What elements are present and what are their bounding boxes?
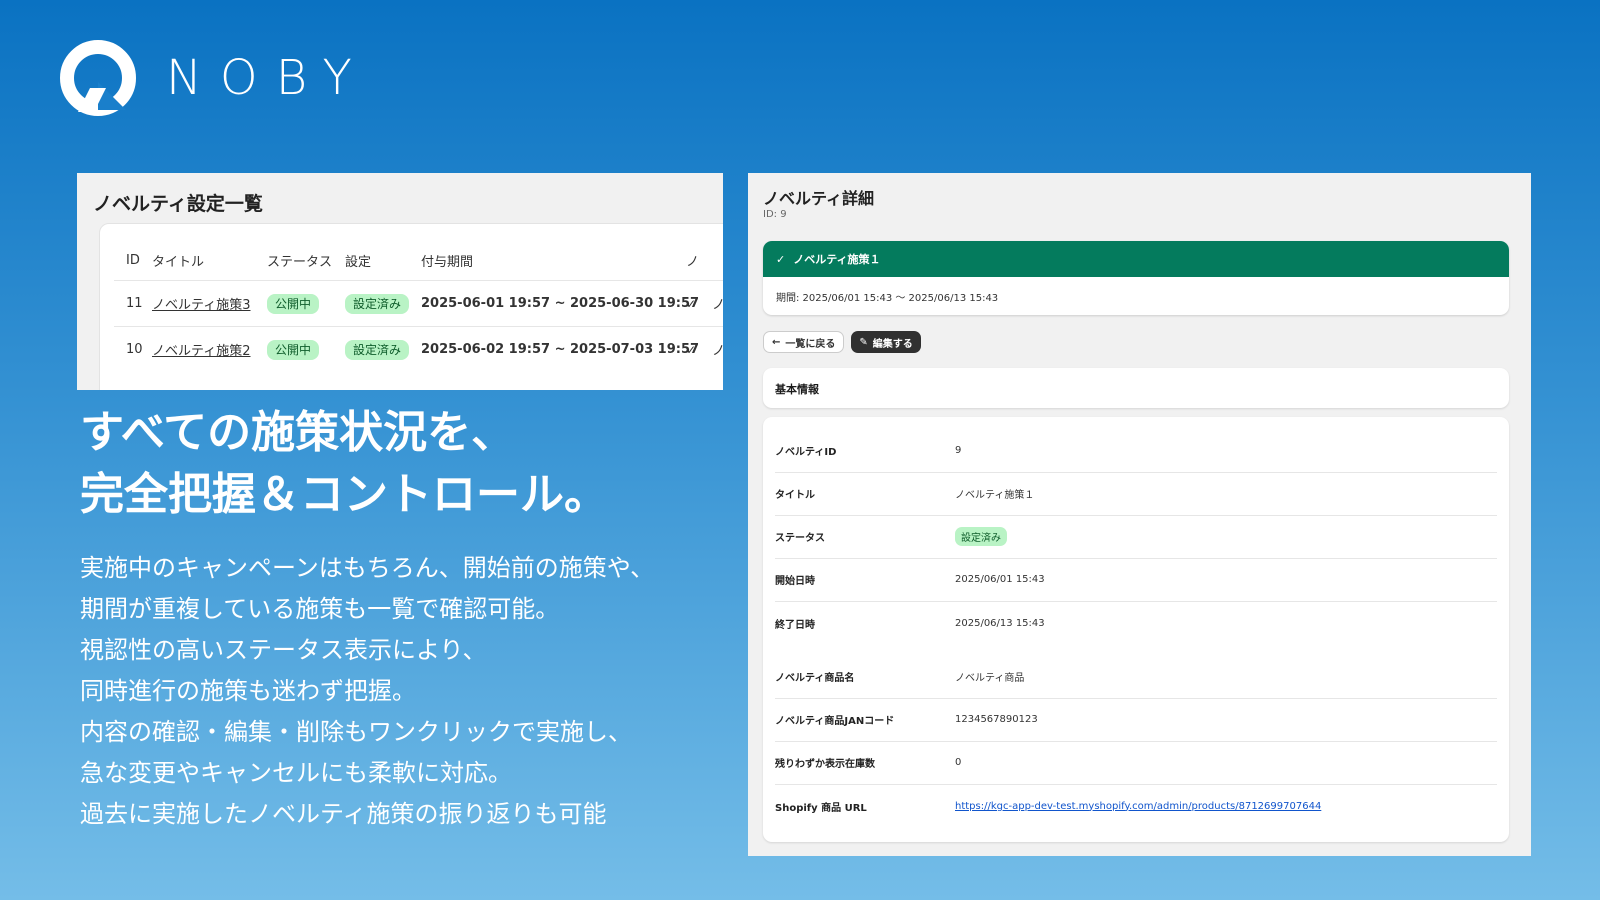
header-period: 付与期間: [421, 254, 474, 270]
description-line: 内容の確認・編集・削除もワンクリックで実施し、: [80, 718, 632, 746]
field-row: タイトル ノベルティ施策１: [775, 472, 1497, 516]
field-row: ノベルティID 9: [775, 429, 1497, 473]
noby-logo-icon: [60, 40, 136, 116]
field-row: 残りわずか表示在庫数 0: [775, 741, 1497, 785]
field-label: タイトル: [775, 490, 815, 501]
description: 実施中のキャンペーンはもちろん、開始前の施策や、 期間が重複している施策も一覧で…: [80, 548, 654, 835]
banner-title: ノベルティ施策１: [793, 253, 881, 266]
table-header: ID タイトル ステータス 設定 付与期間 ノ: [114, 240, 723, 280]
field-value: ノベルティ施策１: [955, 490, 1035, 501]
back-button-label: 一覧に戻る: [785, 338, 836, 350]
field-value: 1234567890123: [955, 714, 1038, 725]
edit-button-label: 編集する: [872, 338, 913, 350]
arrow-left-icon: ←: [772, 336, 781, 348]
check-icon: ✓: [686, 342, 697, 357]
headline: すべての施策状況を、 完全把握＆コントロール。: [80, 402, 608, 526]
description-line: 過去に実施したノベルティ施策の振り返りも可能: [80, 800, 607, 828]
field-value: 2025/06/13 15:43: [955, 617, 1045, 629]
list-table: ID タイトル ステータス 設定 付与期間 ノ 11 ノベルティ施策3 公開中 …: [99, 223, 723, 390]
row-more: ノ: [712, 298, 723, 313]
setting-badge: 設定済み: [345, 339, 410, 360]
detail-fields: ノベルティID 9 タイトル ノベルティ施策１ ステータス 設定済み 開始日時 …: [763, 417, 1509, 842]
field-row: 終了日時 2025/06/13 15:43: [775, 601, 1497, 645]
header-title: タイトル: [152, 254, 205, 270]
brand-logo: NOBY: [56, 36, 370, 120]
pencil-icon: ✎: [859, 336, 868, 348]
row-title-link[interactable]: ノベルティ施策2: [152, 344, 251, 359]
check-icon: ✓: [776, 252, 786, 266]
field-value: 2025/06/01 15:43: [955, 574, 1045, 585]
banner-period: 期間: 2025/06/01 15:43 〜 2025/06/13 15:43: [776, 293, 999, 304]
novelty-list-screenshot: ノベルティ設定一覧 ID タイトル ステータス 設定 付与期間 ノ 11 ノベル…: [77, 173, 723, 390]
field-label: ステータス: [775, 533, 825, 544]
novelty-detail-screenshot: ノベルティ詳細 ID: 9 ✓ ノベルティ施策１ 期間: 2025/06/01 …: [748, 173, 1531, 856]
description-line: 急な変更やキャンセルにも柔軟に対応。: [80, 759, 512, 787]
field-value: 9: [955, 445, 962, 456]
table-row[interactable]: 10 ノベルティ施策2 公開中 設定済み 2025-06-02 19:57 ~ …: [114, 326, 723, 372]
header-id: ID: [126, 252, 140, 268]
field-label: ノベルティ商品JANコード: [775, 716, 895, 727]
status-badge: 設定済み: [955, 527, 1007, 546]
row-period: 2025-06-02 19:57 ~ 2025-07-03 19:57: [421, 342, 700, 357]
headline-line-2: 完全把握＆コントロール。: [80, 469, 608, 520]
field-label: ノベルティ商品名: [775, 673, 855, 684]
row-id: 10: [126, 342, 143, 357]
field-label: 終了日時: [775, 619, 815, 631]
field-label: 開始日時: [775, 576, 815, 587]
field-value: ノベルティ商品: [955, 673, 1025, 684]
field-row: ノベルティ商品名 ノベルティ商品: [775, 655, 1497, 699]
field-label: ノベルティID: [775, 447, 837, 458]
table-row[interactable]: 11 ノベルティ施策3 公開中 設定済み 2025-06-01 19:57 ~ …: [114, 280, 723, 326]
header-status: ステータス: [267, 254, 333, 270]
edit-button[interactable]: ✎ 編集する: [851, 331, 921, 353]
description-line: 視認性の高いステータス表示により、: [80, 636, 487, 664]
banner-header: ✓ ノベルティ施策１: [763, 241, 1509, 277]
headline-line-1: すべての施策状況を、: [80, 407, 516, 458]
description-line: 期間が重複している施策も一覧で確認可能。: [80, 595, 560, 623]
field-row: Shopify 商品 URL https://kgc-app-dev-test.…: [775, 784, 1497, 828]
status-badge: 公開中: [267, 293, 320, 314]
field-label: Shopify 商品 URL: [775, 802, 867, 814]
back-to-list-button[interactable]: ← 一覧に戻る: [763, 331, 845, 353]
field-row: ステータス 設定済み: [775, 515, 1497, 559]
status-badge: 公開中: [267, 339, 320, 360]
action-buttons: ← 一覧に戻る ✎ 編集する: [763, 331, 921, 353]
description-line: 同時進行の施策も迷わず把握。: [80, 677, 416, 705]
setting-badge: 設定済み: [345, 293, 410, 314]
detail-title: ノベルティ詳細: [763, 189, 875, 208]
row-id: 11: [126, 296, 143, 311]
field-row: 開始日時 2025/06/01 15:43: [775, 558, 1497, 602]
shopify-url-link[interactable]: https://kgc-app-dev-test.myshopify.com/a…: [955, 801, 1321, 812]
detail-banner: ✓ ノベルティ施策１ 期間: 2025/06/01 15:43 〜 2025/0…: [763, 241, 1509, 315]
section-title: 基本情報: [763, 368, 1509, 408]
list-title: ノベルティ設定一覧: [93, 193, 263, 215]
row-period: 2025-06-01 19:57 ~ 2025-06-30 19:57: [421, 296, 700, 311]
detail-id: ID: 9: [763, 209, 787, 220]
description-line: 実施中のキャンペーンはもちろん、開始前の施策や、: [80, 554, 655, 582]
brand-name: NOBY: [166, 50, 370, 106]
field-value: 0: [955, 757, 962, 768]
row-more: ノ: [712, 344, 723, 359]
check-icon: ✓: [686, 296, 697, 311]
header-more: ノ: [686, 254, 700, 270]
field-label: 残りわずか表示在庫数: [775, 759, 875, 770]
row-title-link[interactable]: ノベルティ施策3: [152, 298, 251, 313]
header-setting: 設定: [345, 254, 372, 270]
field-row: ノベルティ商品JANコード 1234567890123: [775, 698, 1497, 742]
